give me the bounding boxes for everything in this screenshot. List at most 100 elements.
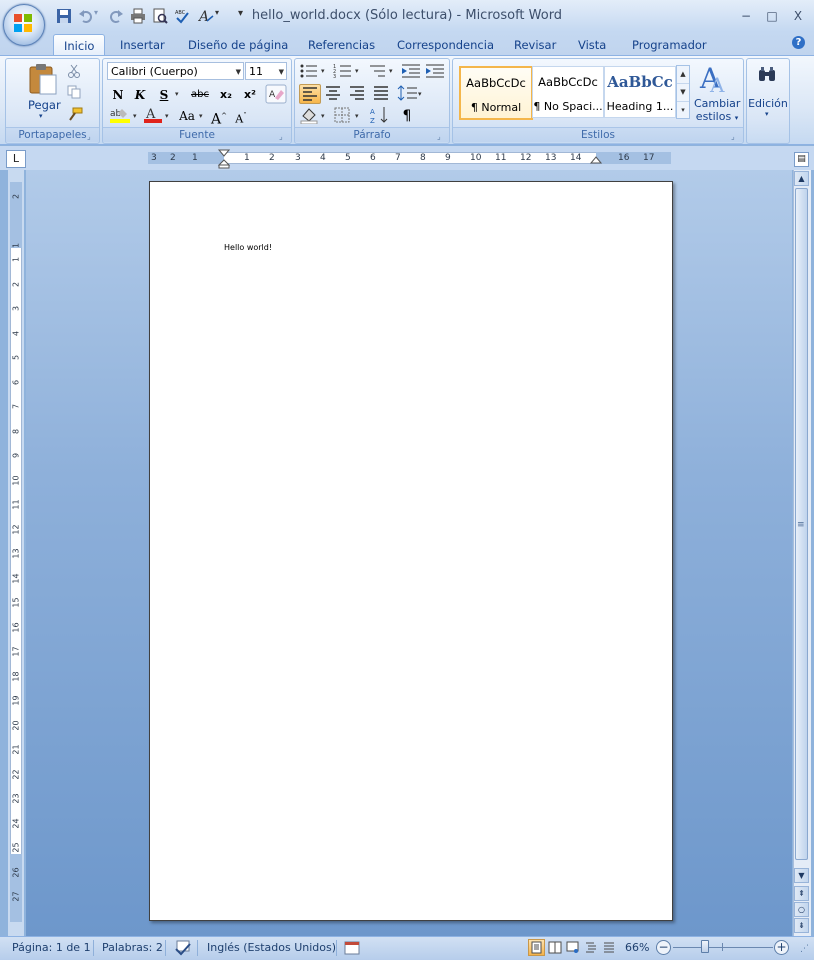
help-icon[interactable]: ? <box>792 36 805 49</box>
shrink-font-button[interactable]: Aˇ <box>231 105 251 126</box>
gallery-down-icon[interactable]: ▼ <box>677 83 689 101</box>
styles-dialog-launcher-icon[interactable]: ⌟ <box>731 132 740 141</box>
gallery-up-icon[interactable]: ▲ <box>677 66 689 83</box>
language-indicator[interactable]: Inglés (Estados Unidos) <box>207 941 336 954</box>
zoom-level[interactable]: 66% <box>625 941 649 954</box>
underline-button[interactable]: S <box>155 84 173 104</box>
next-page-icon[interactable]: ⇟ <box>794 918 809 933</box>
multilevel-list-icon[interactable]: ▾ <box>367 63 397 79</box>
vertical-ruler-number: 12 <box>11 523 21 535</box>
bullets-icon[interactable]: ▾ <box>299 63 329 79</box>
macro-record-icon[interactable] <box>344 940 360 956</box>
copy-icon[interactable] <box>67 85 81 99</box>
zoom-out-icon[interactable]: − <box>656 940 671 955</box>
font-color-dropdown-icon[interactable]: ▾ <box>165 112 169 120</box>
document-page[interactable] <box>149 181 673 921</box>
align-center-icon[interactable] <box>323 84 343 102</box>
scroll-down-icon[interactable]: ▼ <box>794 868 809 883</box>
change-styles-button[interactable]: Cambiar estilos ▾ <box>694 97 740 125</box>
align-right-icon[interactable] <box>347 84 367 102</box>
select-browse-object-icon[interactable]: ○ <box>794 902 809 917</box>
tab-insertar[interactable]: Insertar <box>120 36 165 56</box>
strikethrough-button[interactable]: abc <box>187 84 213 104</box>
page-count[interactable]: Página: 1 de 1 <box>12 941 91 954</box>
paste-icon[interactable] <box>28 63 58 95</box>
clear-formatting-icon[interactable]: A <box>265 84 287 104</box>
style-no-spacing[interactable]: AaBbCcDc ¶ No Spaci... <box>532 66 604 118</box>
tab-diseno-pagina[interactable]: Diseño de página <box>188 36 288 56</box>
borders-icon[interactable]: ▾ <box>333 106 363 124</box>
cut-icon[interactable] <box>67 64 81 78</box>
web-layout-icon[interactable] <box>564 939 581 956</box>
binoculars-icon[interactable] <box>758 66 776 82</box>
bold-button[interactable]: N <box>109 84 127 104</box>
draft-view-icon[interactable] <box>600 939 617 956</box>
scroll-up-icon[interactable]: ▲ <box>794 171 809 186</box>
highlight-icon[interactable]: ab <box>109 106 131 124</box>
minimize-button[interactable]: − <box>736 7 756 25</box>
font-size-combo[interactable]: 11 ▼ <box>245 62 287 80</box>
paste-dropdown-icon[interactable]: ▾ <box>39 112 43 120</box>
zoom-slider-center-mark <box>722 943 723 951</box>
close-button[interactable]: X <box>788 7 808 25</box>
editing-button[interactable]: Edición <box>746 97 790 110</box>
change-case-dropdown-icon[interactable]: ▾ <box>199 112 203 120</box>
tab-correspondencia[interactable]: Correspondencia <box>397 36 494 56</box>
subscript-button[interactable]: x₂ <box>215 84 237 104</box>
editing-dropdown-icon[interactable]: ▾ <box>765 110 769 118</box>
svg-text:▾: ▾ <box>418 90 422 98</box>
style-heading-1[interactable]: AaBbCс Heading 1... <box>604 66 676 118</box>
outline-view-icon[interactable] <box>582 939 599 956</box>
style-no-spacing-label: ¶ No Spaci... <box>533 100 603 113</box>
gallery-more-icon[interactable]: ▾ <box>677 101 689 118</box>
align-left-icon[interactable] <box>299 84 321 104</box>
vertical-ruler-tick-labels: 2 1 1 2 3 4 5 6 7 8 9 10 11 12 13 14 15 16 17 18 19 20 21 22 23 2… <box>10 182 22 922</box>
tab-referencias[interactable]: Referencias <box>308 36 375 56</box>
print-layout-view-icon[interactable] <box>528 939 545 956</box>
justify-icon[interactable] <box>371 84 391 102</box>
increase-indent-icon[interactable] <box>425 63 445 79</box>
zoom-in-icon[interactable]: + <box>774 940 789 955</box>
right-indent-icon[interactable] <box>590 156 602 168</box>
tab-selector-icon[interactable]: L <box>6 150 26 168</box>
tab-inicio[interactable]: Inicio <box>53 34 106 57</box>
decrease-indent-icon[interactable] <box>401 63 421 79</box>
vertical-ruler-number: 15 <box>11 597 21 608</box>
style-normal[interactable]: AaBbCcDc ¶ Normal <box>459 66 533 120</box>
tab-vista[interactable]: Vista <box>578 36 606 56</box>
format-painter-icon[interactable] <box>67 107 83 121</box>
italic-button[interactable]: K <box>131 84 149 104</box>
paste-button[interactable]: Pegar <box>28 98 61 112</box>
font-color-icon[interactable]: A <box>143 106 163 124</box>
show-formatting-button[interactable]: ¶ <box>397 105 417 125</box>
change-case-button[interactable]: Aa <box>175 105 199 125</box>
underline-dropdown-icon[interactable]: ▾ <box>175 90 179 98</box>
font-name-combo[interactable]: Calibri (Cuerpo) ▼ <box>107 62 244 80</box>
line-spacing-icon[interactable]: ▾ <box>397 84 425 102</box>
view-ruler-icon[interactable]: ▤ <box>794 152 809 167</box>
shading-icon[interactable]: ▾ <box>299 106 329 124</box>
paragraph-dialog-launcher-icon[interactable]: ⌟ <box>437 132 446 141</box>
sort-icon[interactable]: AZ <box>369 106 391 124</box>
grow-font-button[interactable]: A^ <box>209 105 229 128</box>
first-line-indent-icon[interactable] <box>218 149 230 169</box>
proofing-icon[interactable] <box>174 940 192 956</box>
tab-revisar[interactable]: Revisar <box>514 36 556 56</box>
numbering-icon[interactable]: 123▾ <box>333 63 363 79</box>
document-text[interactable]: Hello world! <box>224 243 272 252</box>
zoom-slider-track[interactable] <box>673 947 773 948</box>
word-count[interactable]: Palabras: 2 <box>102 941 163 954</box>
previous-page-icon[interactable]: ⇞ <box>794 886 809 901</box>
zoom-slider-thumb[interactable] <box>701 940 709 953</box>
maximize-button[interactable]: □ <box>762 7 782 25</box>
superscript-button[interactable]: x² <box>239 84 261 104</box>
highlight-dropdown-icon[interactable]: ▾ <box>133 112 137 120</box>
vertical-ruler-number: 3 <box>11 305 21 312</box>
clipboard-dialog-launcher-icon[interactable]: ⌟ <box>87 132 96 141</box>
vertical-ruler-number: 21 <box>11 744 21 755</box>
font-dialog-launcher-icon[interactable]: ⌟ <box>279 132 288 141</box>
full-screen-reading-icon[interactable] <box>546 939 563 956</box>
tab-programador[interactable]: Programador <box>632 36 707 56</box>
change-styles-icon[interactable]: A A <box>698 60 732 96</box>
paragraph-group: ▾ 1 2 3 ▾ ▾ ▾ ▾ ▾ AZ ¶ Párrafo ⌟ <box>294 58 450 144</box>
